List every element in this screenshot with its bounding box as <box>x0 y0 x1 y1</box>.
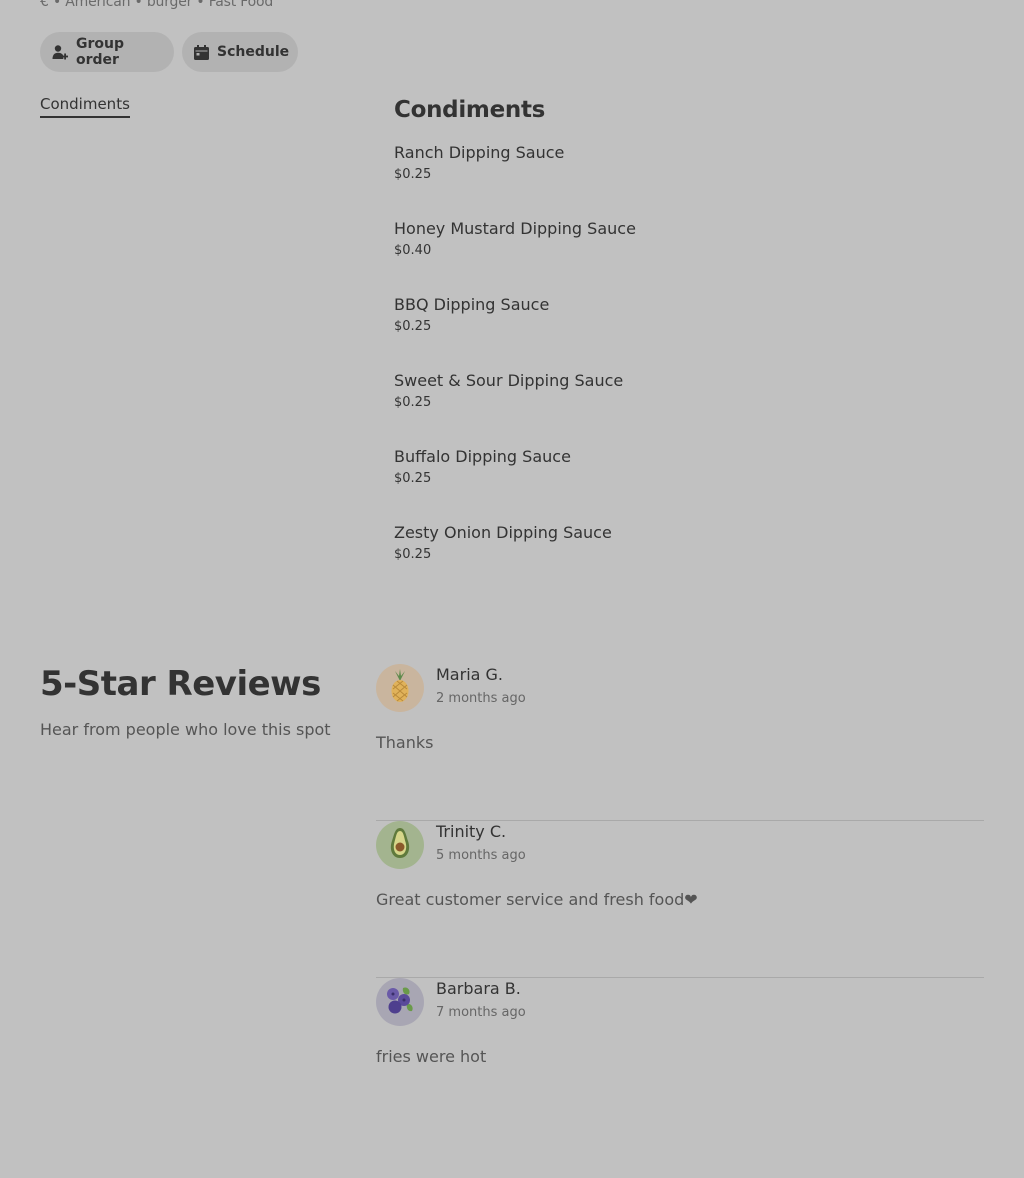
review-text: fries were hot <box>376 1047 487 1066</box>
reviewer-name: Trinity C. <box>436 822 507 841</box>
avatar <box>376 821 424 869</box>
reviewer-name: Maria G. <box>436 665 504 684</box>
reviews-subtitle: Hear from people who love this spot <box>40 720 331 739</box>
review-list: Maria G. 2 months ago Thanks Trinity C. … <box>376 664 984 1135</box>
add-person-icon <box>52 44 68 60</box>
review-card: Maria G. 2 months ago Thanks <box>376 664 984 821</box>
menu-item-list: Ranch Dipping Sauce $0.25 Honey Mustard … <box>394 141 984 597</box>
review-text: Thanks <box>376 733 434 752</box>
review-card: Trinity C. 5 months ago Great customer s… <box>376 821 984 978</box>
avatar <box>376 664 424 712</box>
menu-item-name: Sweet & Sour Dipping Sauce <box>394 371 624 390</box>
schedule-button[interactable]: Schedule <box>182 32 298 72</box>
review-text: Great customer service and fresh food❤ <box>376 890 698 909</box>
schedule-label: Schedule <box>217 44 290 60</box>
store-tags: € • American • burger • Fast Food <box>40 0 274 10</box>
menu-item-name: Zesty Onion Dipping Sauce <box>394 523 612 542</box>
menu-item[interactable]: Ranch Dipping Sauce $0.25 <box>394 141 984 217</box>
menu-item-name: Honey Mustard Dipping Sauce <box>394 219 636 238</box>
menu-item[interactable]: Buffalo Dipping Sauce $0.25 <box>394 445 984 521</box>
menu-item-price: $0.25 <box>394 547 432 562</box>
menu-section-title: Condiments <box>394 97 546 123</box>
menu-item[interactable]: Sweet & Sour Dipping Sauce $0.25 <box>394 369 984 445</box>
avatar <box>376 978 424 1026</box>
review-time: 7 months ago <box>436 1005 526 1020</box>
pineapple-icon <box>386 669 414 707</box>
menu-item-price: $0.25 <box>394 471 432 486</box>
avocado-icon <box>388 827 412 863</box>
menu-item-price: $0.40 <box>394 243 432 258</box>
review-time: 5 months ago <box>436 848 526 863</box>
reviewer-name: Barbara B. <box>436 979 521 998</box>
menu-item-price: $0.25 <box>394 395 432 410</box>
menu-item-name: BBQ Dipping Sauce <box>394 295 550 314</box>
menu-item[interactable]: Honey Mustard Dipping Sauce $0.40 <box>394 217 984 293</box>
review-time: 2 months ago <box>436 691 526 706</box>
menu-item-price: $0.25 <box>394 167 432 182</box>
menu-item[interactable]: BBQ Dipping Sauce $0.25 <box>394 293 984 369</box>
group-order-button[interactable]: Group order <box>40 32 174 72</box>
blueberry-icon <box>385 984 415 1020</box>
reviews-title: 5-Star Reviews <box>40 664 321 704</box>
calendar-icon <box>194 44 209 60</box>
group-order-label: Group order <box>76 36 125 68</box>
menu-item[interactable]: Zesty Onion Dipping Sauce $0.25 <box>394 521 984 597</box>
review-card: Barbara B. 7 months ago fries were hot <box>376 978 984 1135</box>
menu-item-name: Buffalo Dipping Sauce <box>394 447 571 466</box>
store-page: € • American • burger • Fast Food Group … <box>0 0 1024 1178</box>
menu-item-name: Ranch Dipping Sauce <box>394 143 565 162</box>
category-link-condiments[interactable]: Condiments <box>40 95 130 118</box>
menu-item-price: $0.25 <box>394 319 432 334</box>
